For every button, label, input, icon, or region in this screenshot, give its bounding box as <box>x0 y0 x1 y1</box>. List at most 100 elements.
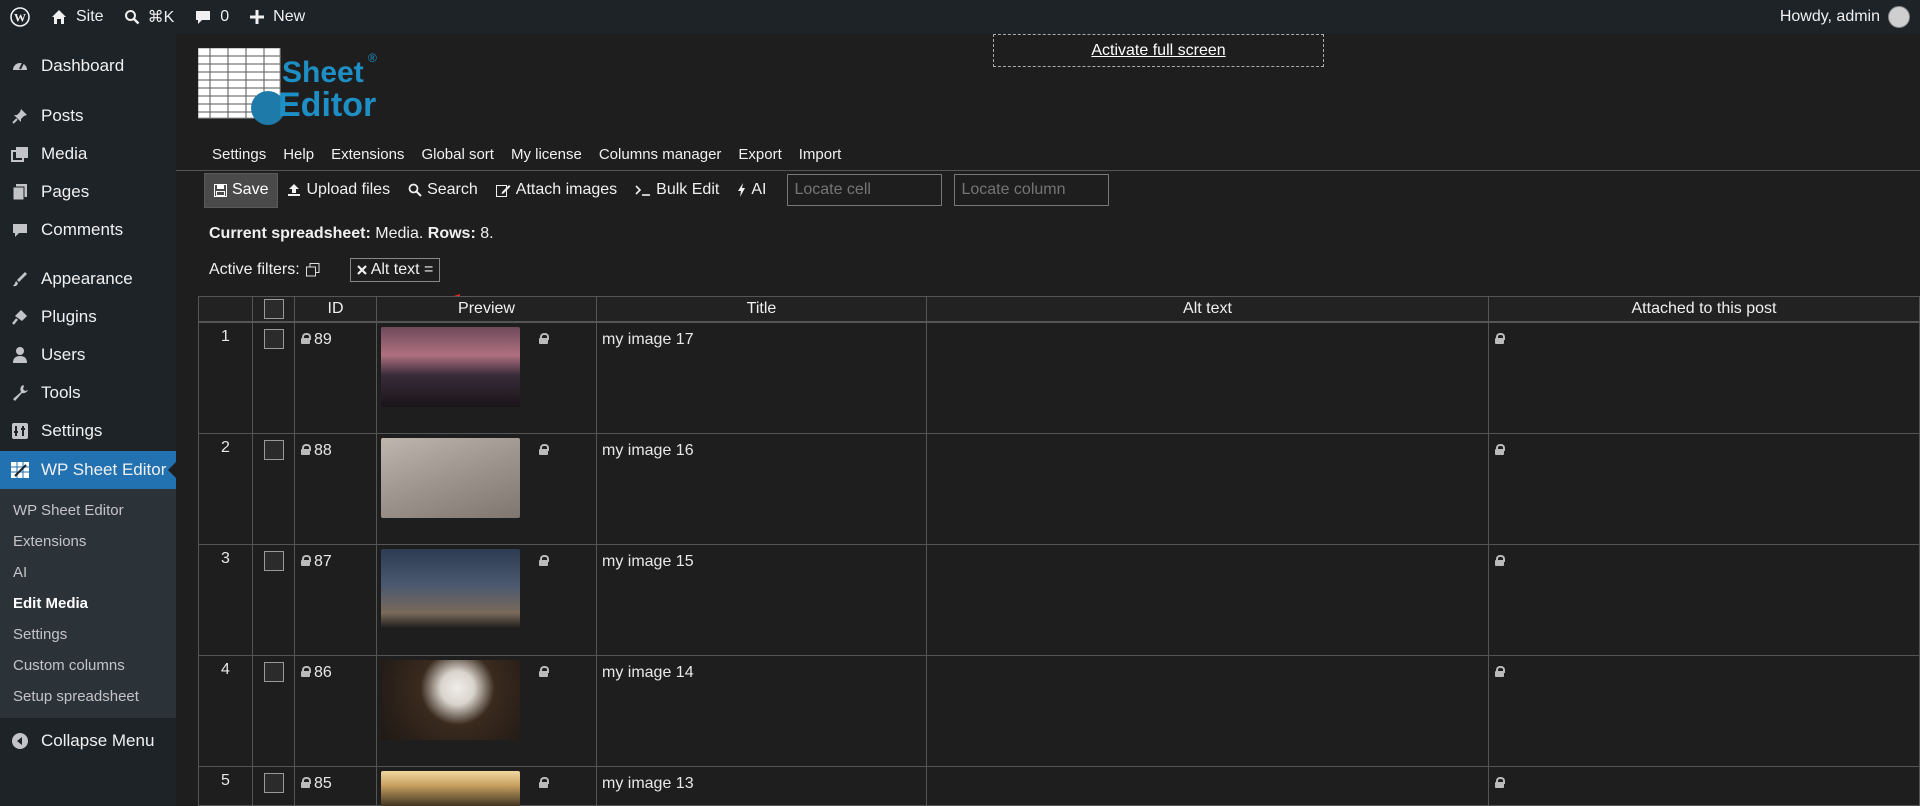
sidebar-item-pages[interactable]: Pages <box>0 173 176 211</box>
sidebar-item-label: Tools <box>41 383 81 402</box>
preview-thumbnail[interactable] <box>381 771 520 806</box>
sidebar-item-tools[interactable]: Tools <box>0 374 176 412</box>
row-checkbox[interactable] <box>264 440 284 460</box>
id-cell[interactable]: 86 <box>294 655 377 767</box>
account-menu[interactable]: Howdy, admin <box>1770 0 1920 34</box>
preview-thumbnail[interactable] <box>381 438 520 518</box>
title-cell[interactable]: my image 14 <box>596 655 927 767</box>
alt-text-cell[interactable] <box>926 322 1489 434</box>
title-cell[interactable]: my image 15 <box>596 544 927 656</box>
preview-cell[interactable] <box>376 322 597 434</box>
preview-cell[interactable] <box>376 655 597 767</box>
lock-icon <box>301 333 311 344</box>
header-preview[interactable]: Preview <box>376 296 597 322</box>
sidebar-item-plugins[interactable]: Plugins <box>0 298 176 336</box>
id-cell[interactable]: 85 <box>294 766 377 806</box>
wordpress-logo[interactable]: W <box>0 0 40 34</box>
attached-to-post-cell[interactable] <box>1488 433 1920 545</box>
title-cell[interactable]: my image 16 <box>596 433 927 545</box>
attached-to-post-cell[interactable] <box>1488 544 1920 656</box>
preview-cell[interactable] <box>376 544 597 656</box>
collapse-icon <box>10 731 30 751</box>
menu-settings[interactable]: Settings <box>212 146 266 163</box>
attach-images-button[interactable]: Attach images <box>487 173 626 208</box>
sidebar-item-settings[interactable]: Settings <box>0 412 176 450</box>
alt-text-cell[interactable] <box>926 544 1489 656</box>
copy-icon[interactable] <box>305 263 320 277</box>
sidebar-submenu: WP Sheet Editor Extensions AI Edit Media… <box>0 489 176 718</box>
title-cell[interactable]: my image 13 <box>596 766 927 806</box>
submenu-edit-media[interactable]: Edit Media <box>0 588 176 619</box>
filter-tag-alt-text[interactable]: Alt text = <box>349 258 441 282</box>
preview-cell[interactable] <box>376 433 597 545</box>
row-checkbox[interactable] <box>264 662 284 682</box>
alt-text-cell[interactable] <box>926 433 1489 545</box>
select-all-checkbox[interactable] <box>263 299 284 319</box>
admin-sidebar: Dashboard Posts Media Pages Comments App… <box>0 34 176 806</box>
bulk-edit-button[interactable]: Bulk Edit <box>626 173 728 208</box>
sidebar-item-dashboard[interactable]: Dashboard <box>0 47 176 85</box>
row-checkbox[interactable] <box>264 329 284 349</box>
menu-my-license[interactable]: My license <box>511 146 582 163</box>
title-cell[interactable]: my image 17 <box>596 322 927 434</box>
id-cell[interactable]: 88 <box>294 433 377 545</box>
menu-extensions[interactable]: Extensions <box>331 146 404 163</box>
attached-to-post-cell[interactable] <box>1488 322 1920 434</box>
preview-thumbnail[interactable] <box>381 327 520 407</box>
save-button[interactable]: Save <box>204 172 279 208</box>
menu-import[interactable]: Import <box>799 146 842 163</box>
site-label: Site <box>76 8 104 25</box>
alt-text-cell[interactable] <box>926 655 1489 767</box>
sheet-editor-icon <box>10 460 30 480</box>
submenu-setup-spreadsheet[interactable]: Setup spreadsheet <box>0 681 176 712</box>
alt-text-cell[interactable] <box>926 766 1489 806</box>
header-title[interactable]: Title <box>596 296 927 322</box>
submenu-settings[interactable]: Settings <box>0 619 176 650</box>
row-number: 2 <box>221 439 230 456</box>
activate-full-screen-button[interactable]: Activate full screen <box>993 34 1324 67</box>
collapse-menu-button[interactable]: Collapse Menu <box>0 722 176 760</box>
menu-help[interactable]: Help <box>283 146 314 163</box>
id-cell[interactable]: 87 <box>294 544 377 656</box>
search-shortcut: ⌘K <box>147 9 175 26</box>
locate-column-input[interactable] <box>954 174 1110 206</box>
header-id[interactable]: ID <box>294 296 377 322</box>
row-number-cell: 1 <box>198 322 253 434</box>
sidebar-item-appearance[interactable]: Appearance <box>0 260 176 298</box>
attached-to-post-cell[interactable] <box>1488 655 1920 767</box>
attached-to-post-cell[interactable] <box>1488 766 1920 806</box>
header-alt-text[interactable]: Alt text <box>926 296 1489 322</box>
sidebar-item-comments[interactable]: Comments <box>0 211 176 249</box>
comments-link[interactable]: 0 <box>184 0 239 34</box>
upload-files-button[interactable]: Upload files <box>278 173 399 208</box>
menu-global-sort[interactable]: Global sort <box>421 146 494 163</box>
howdy-text: Howdy, admin <box>1779 8 1880 25</box>
header-select-all <box>252 296 295 322</box>
submenu-extensions[interactable]: Extensions <box>0 526 176 557</box>
row-checkbox[interactable] <box>264 551 284 571</box>
preview-thumbnail[interactable] <box>381 549 520 629</box>
submenu-wp-sheet-editor[interactable]: WP Sheet Editor <box>0 495 176 526</box>
submenu-ai[interactable]: AI <box>0 557 176 588</box>
sidebar-item-wp-sheet-editor[interactable]: WP Sheet Editor <box>0 451 176 489</box>
preview-cell[interactable] <box>376 766 597 806</box>
preview-thumbnail[interactable] <box>381 660 520 740</box>
header-rownum <box>198 296 253 322</box>
menu-columns-manager[interactable]: Columns manager <box>599 146 722 163</box>
new-content-button[interactable]: New <box>239 0 315 34</box>
id-cell[interactable]: 89 <box>294 322 377 434</box>
site-link[interactable]: Site <box>40 0 114 34</box>
header-attached-to-post[interactable]: Attached to this post <box>1488 296 1920 322</box>
sidebar-item-users[interactable]: Users <box>0 336 176 374</box>
upload-label: Upload files <box>306 181 391 198</box>
menu-export[interactable]: Export <box>738 146 781 163</box>
search-button[interactable]: Search <box>399 173 487 208</box>
locate-cell-input[interactable] <box>787 174 943 206</box>
ai-button[interactable]: AI <box>728 173 775 208</box>
sidebar-item-posts[interactable]: Posts <box>0 97 176 135</box>
row-checkbox[interactable] <box>264 773 284 793</box>
submenu-custom-columns[interactable]: Custom columns <box>0 650 176 681</box>
sidebar-item-media[interactable]: Media <box>0 135 176 173</box>
wordpress-icon: W <box>10 7 30 27</box>
command-search[interactable]: ⌘K <box>114 0 185 34</box>
